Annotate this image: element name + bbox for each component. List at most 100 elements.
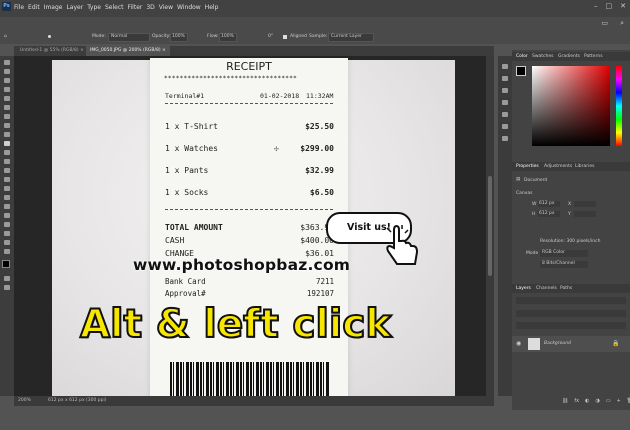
path-select-tool-icon[interactable] xyxy=(4,213,10,218)
glyphs-panel-icon[interactable] xyxy=(502,136,508,141)
brush-settings-icon[interactable] xyxy=(502,88,508,93)
minimize-icon[interactable]: – xyxy=(594,2,598,10)
zoom-level[interactable]: 200% xyxy=(18,398,31,403)
foreground-color-swatch[interactable] xyxy=(2,260,10,268)
height-value: 612 px xyxy=(539,211,555,216)
quick-select-tool-icon[interactable] xyxy=(4,87,10,92)
marquee-tool-icon[interactable] xyxy=(4,69,10,74)
new-layer-icon[interactable]: + xyxy=(617,398,621,404)
eraser-tool-icon[interactable] xyxy=(4,159,10,164)
x-field[interactable] xyxy=(574,201,596,207)
dodge-tool-icon[interactable] xyxy=(4,186,10,191)
crop-tool-icon[interactable] xyxy=(4,96,10,101)
menu-file[interactable]: File xyxy=(14,4,24,11)
visibility-eye-icon[interactable]: ◉ xyxy=(516,340,521,347)
layers-footer: ⛓ fx ◐ ◑ ▭ + 🗑 xyxy=(562,398,630,404)
tab-swatches[interactable]: Swatches xyxy=(532,54,554,59)
website-watermark: www.photoshopbaz.com xyxy=(133,256,351,274)
menu-edit[interactable]: Edit xyxy=(28,4,40,11)
move-tool-icon[interactable] xyxy=(4,60,10,65)
more-tools-icon[interactable] xyxy=(4,249,10,254)
folder-icon[interactable]: ▭ xyxy=(606,398,611,404)
tab-channels[interactable]: Channels xyxy=(536,286,557,291)
color-mode-select[interactable]: RGB Color xyxy=(540,250,588,257)
aligned-checkbox[interactable] xyxy=(283,35,287,39)
zoom-tool-icon[interactable] xyxy=(4,240,10,245)
menu-filter[interactable]: Filter xyxy=(128,4,143,11)
foreground-swatch[interactable] xyxy=(516,66,526,76)
adjustment-icon[interactable]: ◑ xyxy=(595,398,599,404)
tab-layers[interactable]: Layers xyxy=(516,286,531,291)
menu-view[interactable]: View xyxy=(159,4,173,11)
approval-label: Approval# xyxy=(165,289,206,298)
character-panel-icon[interactable] xyxy=(502,112,508,117)
menu-window[interactable]: Window xyxy=(177,4,201,11)
receipt-title: RECEIPT xyxy=(226,60,272,73)
workspace-icon[interactable]: ▭ xyxy=(601,19,608,27)
sample-select[interactable]: Current Layer xyxy=(328,33,374,42)
receipt-divider-line xyxy=(165,103,333,104)
menu-3d[interactable]: 3D xyxy=(146,4,154,11)
brush-preview-icon[interactable] xyxy=(48,35,51,38)
y-field[interactable] xyxy=(574,211,596,217)
tab-paths[interactable]: Paths xyxy=(560,286,572,291)
opacity-field[interactable]: 100% xyxy=(170,33,188,42)
hue-slider[interactable] xyxy=(616,66,622,146)
tab-color[interactable]: Color xyxy=(516,54,528,59)
lasso-tool-icon[interactable] xyxy=(4,78,10,83)
receipt-date: 01-02-2018 xyxy=(260,92,300,100)
tab-properties[interactable]: Properties xyxy=(516,164,539,169)
link-layers-icon[interactable]: ⛓ xyxy=(562,398,568,404)
eyedropper-tool-icon[interactable] xyxy=(4,114,10,119)
layer-filter-bar[interactable] xyxy=(516,297,626,304)
tab-img-0050[interactable]: IMG_0050.JPG @ 200% (RGB/8) × xyxy=(86,46,170,56)
brush-tool-icon[interactable] xyxy=(4,132,10,137)
type-tool-icon[interactable] xyxy=(4,204,10,209)
vertical-scrollbar[interactable] xyxy=(486,56,494,396)
mode-select[interactable]: Normal xyxy=(108,33,150,42)
tab-adjustments[interactable]: Adjustments xyxy=(544,164,572,169)
height-field[interactable]: 612 px xyxy=(538,211,560,217)
blend-mode-row[interactable] xyxy=(516,310,626,317)
color-picker-field[interactable] xyxy=(532,66,610,146)
tool-preset-icon[interactable]: ⌂ xyxy=(4,34,7,39)
search-icon[interactable]: ⌕ xyxy=(620,19,624,28)
flow-field[interactable]: 100% xyxy=(219,33,237,42)
frame-tool-icon[interactable] xyxy=(4,105,10,110)
clone-stamp-tool-icon[interactable] xyxy=(4,141,10,146)
document-info[interactable]: 612 px x 612 px (300 ppi) xyxy=(48,398,107,403)
cash-value: $400.00 xyxy=(300,236,334,245)
paragraph-panel-icon[interactable] xyxy=(502,124,508,129)
blur-tool-icon[interactable] xyxy=(4,177,10,182)
mask-icon[interactable]: ◐ xyxy=(585,398,589,404)
maximize-icon[interactable]: □ xyxy=(606,2,613,10)
menu-layer[interactable]: Layer xyxy=(66,4,83,11)
scrollbar-thumb[interactable] xyxy=(488,176,492,276)
quick-mask-icon[interactable] xyxy=(4,276,10,281)
actions-panel-icon[interactable] xyxy=(502,76,508,81)
rectangle-tool-icon[interactable] xyxy=(4,222,10,227)
tab-libraries[interactable]: Libraries xyxy=(575,164,594,169)
width-field[interactable]: 612 px xyxy=(538,201,560,207)
bit-depth-select[interactable]: 8 Bits/Channel xyxy=(540,261,588,268)
angle-value[interactable]: 0° xyxy=(268,34,273,39)
clone-source-icon[interactable] xyxy=(502,100,508,105)
menu-type[interactable]: Type xyxy=(87,4,101,11)
lock-row[interactable] xyxy=(516,322,626,329)
hand-tool-icon[interactable] xyxy=(4,231,10,236)
history-brush-tool-icon[interactable] xyxy=(4,150,10,155)
menu-help[interactable]: Help xyxy=(205,4,219,11)
history-panel-icon[interactable] xyxy=(502,64,508,69)
tab-untitled[interactable]: Untitled-1 @ 55% (RGB/8) × xyxy=(16,46,88,56)
pen-tool-icon[interactable] xyxy=(4,195,10,200)
layer-row-background[interactable]: ◉ Background 🔒 xyxy=(512,336,630,352)
tab-gradients[interactable]: Gradients xyxy=(558,54,580,59)
close-icon[interactable]: ✕ xyxy=(620,2,626,10)
menu-select[interactable]: Select xyxy=(105,4,124,11)
gradient-tool-icon[interactable] xyxy=(4,168,10,173)
healing-brush-tool-icon[interactable] xyxy=(4,123,10,128)
tab-patterns[interactable]: Patterns xyxy=(584,54,603,59)
fx-icon[interactable]: fx xyxy=(574,398,579,404)
menu-image[interactable]: Image xyxy=(44,4,63,11)
screen-mode-icon[interactable] xyxy=(4,285,10,290)
